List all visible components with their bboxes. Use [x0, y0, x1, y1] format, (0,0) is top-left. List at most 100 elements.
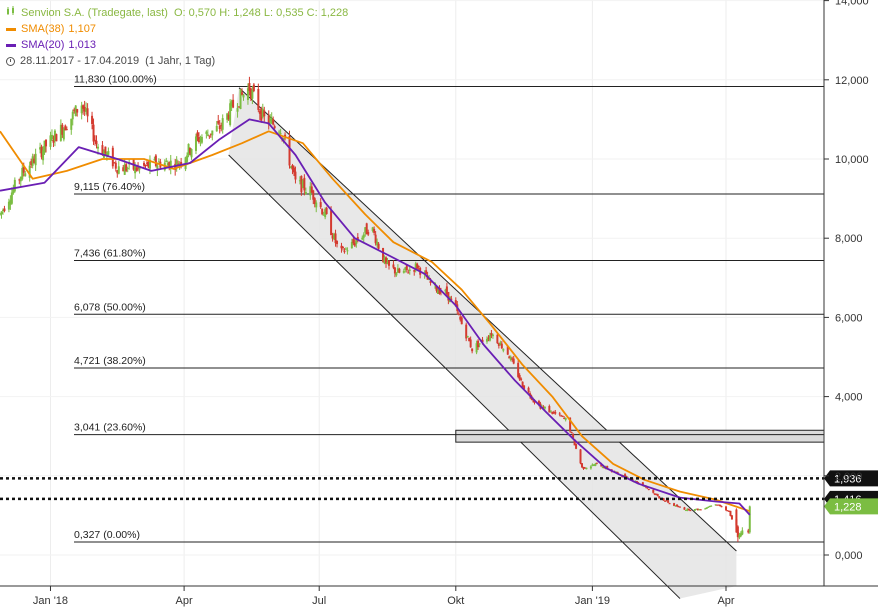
candle-up: [10, 192, 13, 204]
candle-up: [221, 118, 224, 130]
x-tick-label: Apr: [176, 595, 193, 607]
y-tick-label: 14,000: [835, 0, 869, 8]
candle-down: [325, 207, 328, 214]
candle-up: [278, 131, 281, 133]
candle-up: [279, 133, 282, 135]
horizontal-levels: 1,9361,4161,228: [0, 470, 878, 515]
candle-up: [205, 131, 208, 134]
candle-down: [104, 146, 107, 154]
candle-down: [294, 171, 297, 180]
x-tick-label: Okt: [447, 595, 464, 607]
candle-up: [34, 153, 37, 166]
candle-down: [558, 413, 561, 415]
candle-up: [200, 136, 203, 143]
fib-label: 11,830 (100.00%): [74, 74, 157, 86]
x-tick-label: Jan '19: [575, 595, 610, 607]
candle-down: [595, 462, 598, 464]
candle-up: [70, 118, 73, 130]
candle-up: [589, 466, 592, 469]
candle-up: [478, 343, 481, 345]
candle-up: [543, 406, 546, 409]
candle-up: [585, 467, 588, 470]
candle-down: [330, 210, 333, 236]
candle-down: [500, 343, 503, 349]
fib-label: 9,115 (76.40%): [74, 181, 145, 193]
chart-legend: Senvion S.A. (Tradegate, last) O: 0,570 …: [6, 5, 348, 69]
candle-up: [488, 335, 491, 341]
candle-down: [407, 272, 410, 274]
candle-down: [91, 115, 94, 125]
candle-down: [699, 509, 702, 511]
candle-up: [186, 155, 189, 162]
resistance-zone-box: [455, 429, 825, 443]
legend-sma20[interactable]: SMA(20) 1,013: [6, 37, 348, 53]
candle-up: [710, 505, 713, 507]
candle-up: [344, 248, 347, 250]
candle-down: [377, 243, 380, 249]
candle-up: [96, 146, 99, 149]
candle-down: [656, 494, 659, 497]
candle-down: [86, 108, 89, 117]
y-tick-label: 4,000: [835, 392, 863, 404]
candle-down: [125, 164, 128, 171]
candle-down: [373, 229, 376, 233]
fib-label: 3,041 (23.60%): [74, 422, 146, 434]
candle-down: [257, 88, 260, 110]
candle-up: [402, 270, 405, 273]
candle-down: [232, 99, 235, 108]
candle-down: [729, 510, 732, 516]
y-tick-label: 2,000: [835, 471, 863, 483]
candle-down: [387, 260, 390, 266]
candle-down: [352, 239, 355, 244]
candle-down: [288, 136, 291, 166]
price-chart[interactable]: 11,830 (100.00%) 9,115 (76.40%) 7,436 (61.…: [0, 0, 878, 610]
candle-up: [126, 168, 129, 170]
candle-down: [417, 265, 420, 267]
candle-up: [215, 125, 218, 132]
candle-down: [460, 317, 463, 325]
candle-down: [292, 167, 295, 173]
candle-down: [561, 415, 564, 417]
candle-down: [303, 177, 306, 191]
y-tick-label: 10,000: [835, 154, 869, 166]
candle-down: [392, 264, 395, 268]
candle-up: [408, 269, 411, 271]
resistance-zone: [455, 429, 825, 443]
candle-down: [144, 165, 147, 167]
candle-down: [579, 449, 582, 464]
y-tick-label: 12,000: [835, 75, 869, 87]
candle-down: [548, 406, 551, 413]
candle-up: [361, 237, 364, 240]
candle-down: [678, 506, 681, 508]
candlestick-icon: [6, 5, 16, 21]
candle-up: [346, 250, 349, 252]
candle-up: [251, 89, 254, 99]
candle-down: [469, 339, 472, 348]
candle-up: [395, 272, 398, 276]
candle-down: [668, 503, 671, 505]
last-price-label: 1,228: [834, 501, 862, 513]
candle-down: [272, 118, 275, 125]
candle-down: [527, 387, 530, 392]
candle-down: [336, 240, 339, 245]
legend-sma38[interactable]: SMA(38) 1,107: [6, 21, 348, 37]
candle-up: [362, 234, 365, 238]
y-tick-label: 6,000: [835, 312, 863, 324]
sma20-value: 1,013: [68, 39, 96, 51]
candle-up: [239, 89, 242, 110]
candle-down: [496, 334, 499, 344]
candle-down: [196, 132, 199, 137]
candle-down: [217, 120, 220, 124]
candle-down: [554, 411, 557, 414]
candle-down: [135, 167, 138, 171]
candle-down: [676, 504, 679, 507]
legend-instrument: Senvion S.A. (Tradegate, last) O: 0,570 …: [6, 5, 348, 21]
candle-down: [658, 496, 661, 499]
candle-up: [71, 111, 74, 120]
candle-down: [720, 506, 723, 508]
candle-down: [252, 84, 255, 91]
sma20-swatch: [6, 43, 16, 47]
clock-icon: [6, 56, 15, 66]
candle-down: [241, 92, 244, 95]
x-tick-label: Jul: [312, 595, 326, 607]
